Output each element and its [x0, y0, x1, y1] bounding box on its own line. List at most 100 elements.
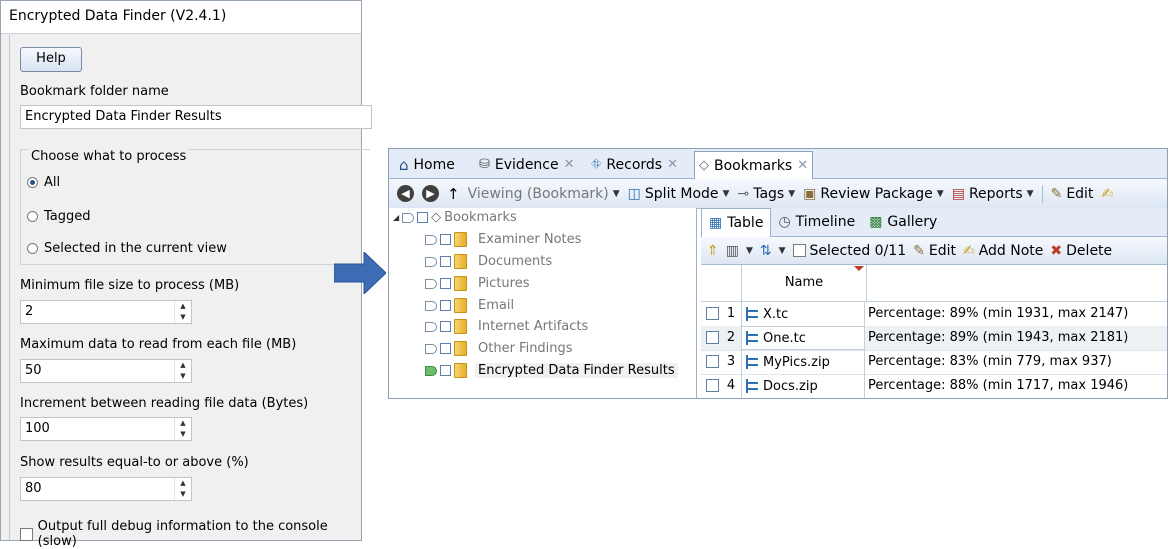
tree-checkbox[interactable]	[440, 365, 451, 376]
row-name-cell[interactable]: X.tc	[741, 302, 865, 326]
row-name: Docs.zip	[763, 378, 818, 394]
bookmarks-window: ⌂ Home ⛁ Evidence ✕ ⛗ Records ✕ ◇ Bookma…	[388, 148, 1168, 399]
tree-checkbox[interactable]	[440, 278, 451, 289]
chevron-down-icon[interactable]: ▼	[779, 246, 786, 256]
tree-item[interactable]: Examiner Notes	[425, 232, 581, 247]
delete-label: Delete	[1066, 242, 1113, 259]
bookmark-icon	[425, 278, 437, 289]
increment-stepper[interactable]: 100 ▲ ▼	[20, 417, 192, 441]
selected-count[interactable]: Selected 0/11	[792, 243, 906, 259]
bookmark-icon	[425, 256, 437, 267]
debug-checkbox[interactable]	[20, 527, 33, 541]
split-mode-dropdown[interactable]: ◫ Split Mode ▼	[628, 186, 730, 202]
tab-gallery-label: Gallery	[887, 214, 938, 230]
threshold-stepper[interactable]: 80 ▲ ▼	[20, 477, 192, 501]
gallery-icon: ▩	[869, 214, 883, 230]
reports-dropdown[interactable]: ▤ Reports ▼	[952, 186, 1034, 202]
tab-gallery[interactable]: ▩ Gallery	[862, 209, 944, 236]
close-icon[interactable]: ✕	[564, 157, 575, 172]
tab-evidence[interactable]: ⛁ Evidence ✕	[475, 152, 579, 177]
edit-button[interactable]: ✎ Edit	[1051, 186, 1094, 202]
table-row-selected[interactable]: 2 One.tc Percentage: 89% (min 1943, max …	[701, 326, 1167, 351]
folder-icon	[454, 298, 467, 313]
close-icon[interactable]: ✕	[667, 157, 678, 172]
tab-bookmarks[interactable]: ◇ Bookmarks ✕	[694, 151, 814, 179]
tree-item-label: Encrypted Data Finder Results	[475, 363, 678, 378]
tree-checkbox[interactable]	[440, 321, 451, 332]
stepper-arrows-icon[interactable]: ▲ ▼	[174, 478, 191, 500]
up-arrow-icon[interactable]: ↑	[447, 185, 460, 203]
row-name-cell[interactable]: Docs.zip	[741, 374, 865, 398]
radio-button-selected[interactable]	[27, 177, 38, 188]
threshold-value[interactable]: 80	[25, 478, 42, 500]
tree-item[interactable]: Other Findings	[425, 341, 573, 356]
tree-checkbox[interactable]	[440, 343, 451, 354]
tree-item[interactable]: Pictures	[425, 276, 529, 291]
row-checkbox[interactable]	[706, 331, 719, 344]
bookmark-icon	[425, 365, 437, 376]
stepper-arrows-icon[interactable]: ▲ ▼	[174, 418, 191, 440]
table-edit-button[interactable]: ✎ Edit	[913, 243, 956, 259]
row-description: Percentage: 89% (min 1931, max 2147)	[868, 306, 1129, 321]
chevron-down-icon[interactable]: ▼	[746, 246, 753, 256]
table-row[interactable]: 1 X.tc Percentage: 89% (min 1931, max 21…	[701, 302, 1167, 327]
collapse-icon[interactable]: ◢	[393, 213, 399, 222]
delete-button[interactable]: ✖ Delete	[1050, 243, 1112, 259]
tags-dropdown[interactable]: ⊸ Tags ▼	[737, 186, 795, 202]
max-data-value[interactable]: 50	[25, 360, 42, 382]
sort-icon[interactable]: ⇅	[760, 243, 772, 259]
columns-icon[interactable]: ▥	[726, 243, 739, 259]
tree-checkbox[interactable]	[440, 300, 451, 311]
add-note-icon[interactable]: ✍	[1101, 186, 1113, 202]
increment-value[interactable]: 100	[25, 418, 50, 440]
row-name-cell[interactable]: One.tc	[741, 326, 865, 350]
table-row[interactable]: 4 Docs.zip Percentage: 88% (min 1717, ma…	[701, 374, 1167, 398]
min-size-stepper[interactable]: 2 ▲ ▼	[20, 300, 192, 324]
min-size-label: Minimum file size to process (MB)	[20, 278, 240, 293]
tab-home[interactable]: ⌂ Home	[395, 152, 459, 177]
select-all-checkbox[interactable]	[792, 244, 806, 257]
tree-item-selected[interactable]: Encrypted Data Finder Results	[425, 363, 678, 378]
row-checkbox[interactable]	[706, 307, 719, 320]
stepper-arrows-icon[interactable]: ▲ ▼	[174, 360, 191, 382]
radio-all-label: All	[44, 175, 61, 190]
close-icon[interactable]: ✕	[797, 158, 808, 173]
bookmark-tree: ◢ ◇ Bookmarks Examiner Notes Documents P…	[389, 208, 697, 398]
max-data-stepper[interactable]: 50 ▲ ▼	[20, 359, 192, 383]
tree-root[interactable]: ◢ ◇ Bookmarks	[393, 210, 517, 225]
tab-table[interactable]: ▦ Table	[701, 207, 772, 237]
add-note-button[interactable]: ✍ Add Note	[963, 243, 1043, 259]
tree-checkbox[interactable]	[440, 256, 451, 267]
tree-item[interactable]: Email	[425, 298, 514, 313]
bookmarks-icon: ◇	[431, 210, 442, 225]
row-name-cell[interactable]: MyPics.zip	[741, 350, 865, 374]
viewing-dropdown[interactable]: Viewing (Bookmark) ▼	[468, 186, 620, 202]
tree-checkbox[interactable]	[417, 212, 429, 223]
radio-selected-view[interactable]: Selected in the current view	[27, 241, 227, 256]
radio-tagged[interactable]: Tagged	[27, 209, 91, 224]
stepper-arrows-icon[interactable]: ▲ ▼	[174, 301, 191, 323]
tree-item[interactable]: Internet Artifacts	[425, 319, 588, 334]
back-icon[interactable]: ◀	[397, 185, 414, 202]
bookmark-icon	[402, 212, 415, 223]
row-checkbox[interactable]	[706, 355, 719, 368]
min-size-value[interactable]: 2	[25, 301, 33, 323]
radio-all[interactable]: All	[27, 175, 60, 190]
column-header-name[interactable]: Name	[741, 265, 867, 301]
go-up-icon[interactable]: ⇑	[707, 243, 719, 259]
radio-button[interactable]	[27, 211, 38, 222]
forward-icon[interactable]: ▶	[422, 185, 439, 202]
tab-timeline[interactable]: ◷ Timeline	[771, 209, 862, 236]
radio-button[interactable]	[27, 243, 38, 254]
help-button[interactable]: Help	[20, 47, 82, 72]
row-checkbox[interactable]	[706, 379, 719, 392]
tab-records[interactable]: ⛗ Records ✕	[587, 152, 682, 177]
tree-item[interactable]: Documents	[425, 254, 552, 269]
tree-checkbox[interactable]	[440, 234, 451, 245]
bookmark-tag-icon: ◇	[699, 158, 709, 173]
tab-timeline-label: Timeline	[795, 214, 856, 230]
review-package-dropdown[interactable]: ▣ Review Package ▼	[803, 186, 944, 202]
tree-item-label: Pictures	[478, 276, 530, 291]
bookmark-folder-input[interactable]: Encrypted Data Finder Results	[20, 105, 372, 129]
table-row[interactable]: 3 MyPics.zip Percentage: 83% (min 779, m…	[701, 350, 1167, 375]
